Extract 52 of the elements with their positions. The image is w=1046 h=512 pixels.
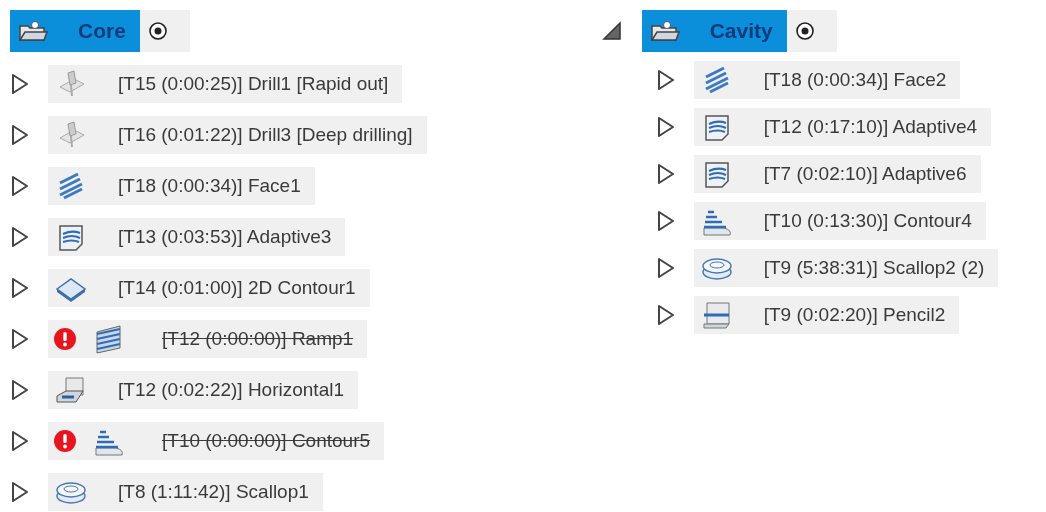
operation-item[interactable]: [T10 (0:13:30)] Contour4	[693, 202, 986, 240]
operation-item[interactable]: [T18 (0:00:34)] Face1	[48, 167, 315, 205]
operation-item[interactable]: [T12 (0:17:10)] Adaptive4	[693, 108, 992, 146]
expand-triangle-icon[interactable]	[10, 430, 30, 452]
operation-item[interactable]: [T16 (0:01:22)] Drill3 [Deep drilling]	[48, 116, 427, 154]
operation-label: [T16 (0:01:22)] Drill3 [Deep drilling]	[118, 124, 413, 146]
expand-triangle-icon[interactable]	[655, 69, 676, 91]
expand-triangle-icon[interactable]	[10, 277, 30, 299]
folder-icon	[18, 20, 48, 42]
operation-label: [T10 (0:13:30)] Contour4	[763, 210, 972, 232]
operation-label: [T18 (0:00:34)] Face1	[118, 175, 301, 197]
expand-triangle-icon[interactable]	[655, 210, 676, 232]
radio-target-button[interactable]	[139, 10, 190, 52]
operation-label: [T12 (0:17:10)] Adaptive4	[763, 116, 978, 138]
operation-item[interactable]: [T14 (0:01:00)] 2D Contour1	[48, 269, 370, 307]
operation-item[interactable]: [T9 (0:02:20)] Pencil2	[693, 296, 960, 334]
operation-label: [T9 (5:38:31)] Scallop2 (2)	[763, 257, 985, 279]
operation-item[interactable]: [T15 (0:00:25)] Drill1 [Rapid out]	[48, 65, 403, 103]
folder-icon	[649, 20, 680, 42]
operation-label: [T10 (0:00:00)] Contour5	[162, 430, 371, 452]
expand-triangle-icon[interactable]	[10, 124, 30, 146]
radio-target-icon	[794, 21, 815, 41]
operation-label: [T13 (0:03:53)] Adaptive3	[118, 226, 332, 248]
operation-item[interactable]: [T10 (0:00:00)] Contour5	[48, 422, 385, 460]
expand-triangle-icon[interactable]	[655, 116, 676, 138]
expand-triangle-icon[interactable]	[10, 481, 30, 503]
operation-item[interactable]: [T9 (5:38:31)] Scallop2 (2)	[693, 249, 999, 287]
operation-label: [T12 (0:02:22)] Horizontal1	[118, 379, 344, 401]
collapse-triangle-icon[interactable]	[601, 21, 622, 41]
expand-triangle-icon[interactable]	[10, 379, 30, 401]
operation-label: [T8 (1:11:42)] Scallop1	[118, 481, 309, 503]
operation-label: [T12 (0:00:00)] Ramp1	[162, 328, 354, 350]
expand-triangle-icon[interactable]	[655, 163, 676, 185]
expand-triangle-icon[interactable]	[655, 304, 676, 326]
operation-item[interactable]: [T12 (0:00:00)] Ramp1	[48, 320, 368, 358]
operation-item[interactable]: [T12 (0:02:22)] Horizontal1	[48, 371, 358, 409]
operation-item[interactable]: [T7 (0:02:10)] Adaptive6	[693, 155, 981, 193]
operation-label: [T7 (0:02:10)] Adaptive6	[763, 163, 967, 185]
operation-label: [T18 (0:00:34)] Face2	[763, 69, 947, 91]
operation-label: [T15 (0:00:25)] Drill1 [Rapid out]	[118, 73, 389, 95]
operation-item[interactable]: [T18 (0:00:34)] Face2	[693, 61, 961, 99]
expand-triangle-icon[interactable]	[10, 226, 30, 248]
radio-target-icon	[147, 21, 168, 41]
operation-item[interactable]: [T8 (1:11:42)] Scallop1	[48, 473, 323, 511]
expand-triangle-icon[interactable]	[10, 175, 30, 197]
radio-target-button[interactable]	[786, 10, 837, 52]
expand-triangle-icon[interactable]	[655, 257, 676, 279]
operation-item[interactable]: [T13 (0:03:53)] Adaptive3	[48, 218, 346, 256]
expand-triangle-icon[interactable]	[10, 73, 30, 95]
operation-label: [T14 (0:01:00)] 2D Contour1	[118, 277, 356, 299]
operation-label: [T9 (0:02:20)] Pencil2	[763, 304, 946, 326]
expand-triangle-icon[interactable]	[10, 328, 30, 350]
